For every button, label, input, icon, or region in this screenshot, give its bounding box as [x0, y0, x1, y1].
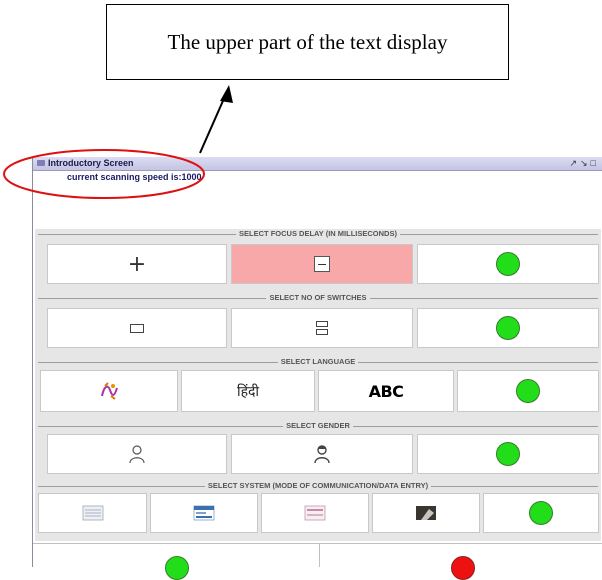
group-label-switches: SELECT NO OF SWITCHES [266, 293, 370, 302]
green-circle-icon [496, 316, 520, 340]
single-switch-icon [130, 323, 144, 333]
plus-icon: + [127, 251, 147, 277]
male-person-icon [129, 445, 145, 464]
annotation-arrowhead [220, 85, 233, 103]
red-circle-icon [451, 556, 475, 580]
gender-male-button[interactable] [47, 434, 227, 474]
system-option-1-button[interactable] [38, 493, 147, 533]
window-title: Introductory Screen [48, 158, 134, 168]
group-focus-delay: SELECT FOCUS DELAY (IN MILLISECONDS) + [35, 229, 601, 293]
form-thumbnail-icon [304, 505, 326, 521]
app-window: Introductory Screen ↗↘□ current scanning… [32, 157, 602, 580]
decrease-delay-button[interactable] [231, 244, 413, 284]
green-circle-icon [165, 556, 189, 580]
female-person-icon [314, 445, 330, 464]
window-controls[interactable]: ↗↘□ [569, 157, 599, 170]
language-hindi-button[interactable]: हिंदी [181, 370, 315, 412]
two-switch-button[interactable] [231, 308, 413, 348]
increase-delay-button[interactable]: + [47, 244, 227, 284]
scanning-speed-text: current scanning speed is:1000 [67, 172, 202, 182]
group-label-focus-delay: SELECT FOCUS DELAY (IN MILLISECONDS) [236, 229, 400, 238]
group-language: SELECT LANGUAGE हिंदी ABC [35, 357, 601, 421]
system-option-2-button[interactable] [150, 493, 258, 533]
confirm-system-button[interactable] [483, 493, 599, 533]
green-circle-icon [516, 379, 540, 403]
group-label-gender: SELECT GENDER [283, 421, 353, 430]
confirm-gender-button[interactable] [417, 434, 599, 474]
green-circle-icon [496, 442, 520, 466]
annotation-arrow [199, 93, 227, 154]
system-option-4-button[interactable] [372, 493, 480, 533]
menu-thumbnail-icon [193, 505, 215, 521]
green-circle-icon [496, 252, 520, 276]
confirm-language-button[interactable] [457, 370, 599, 412]
group-switches: SELECT NO OF SWITCHES [35, 293, 601, 357]
photo-thumbnail-icon [416, 506, 436, 520]
minus-icon [314, 256, 330, 272]
gender-female-button[interactable] [231, 434, 413, 474]
one-switch-button[interactable] [47, 308, 227, 348]
group-label-system: SELECT SYSTEM (MODE OF COMMUNICATION/DAT… [204, 481, 432, 490]
confirm-delay-button[interactable] [417, 244, 599, 284]
system-option-3-button[interactable] [261, 493, 369, 533]
language-regional-button[interactable] [40, 370, 178, 412]
hindi-label: हिंदी [236, 382, 260, 399]
cancel-button[interactable] [320, 543, 602, 580]
ok-button[interactable] [33, 543, 320, 580]
double-switch-icon [316, 321, 328, 335]
window-titlebar[interactable]: Introductory Screen ↗↘□ [33, 157, 602, 171]
annotation-callout: The upper part of the text display [106, 4, 509, 80]
confirm-switches-button[interactable] [417, 308, 599, 348]
annotation-text: The upper part of the text display [167, 29, 448, 54]
group-gender: SELECT GENDER [35, 421, 601, 481]
green-circle-icon [529, 501, 553, 525]
group-label-language: SELECT LANGUAGE [277, 357, 359, 366]
language-english-button[interactable]: ABC [318, 370, 454, 412]
english-label: ABC [368, 381, 404, 401]
regional-script-icon [101, 382, 118, 400]
group-system: SELECT SYSTEM (MODE OF COMMUNICATION/DAT… [35, 481, 601, 541]
app-icon [37, 160, 45, 166]
keyboard-thumbnail-icon [82, 505, 103, 521]
